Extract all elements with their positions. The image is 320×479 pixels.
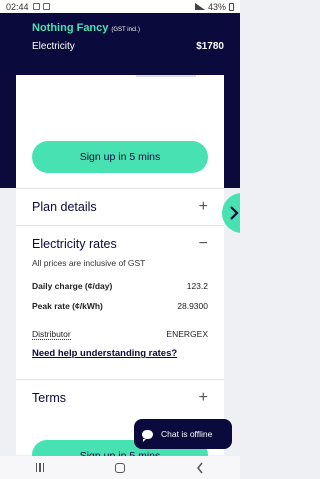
rates-body: All prices are inclusive of GST Daily ch… <box>32 258 208 367</box>
chat-widget[interactable]: Chat is offline <box>134 419 232 449</box>
expand-icon[interactable]: + <box>199 198 208 216</box>
section-title: Electricity rates <box>32 237 117 251</box>
section-title: Plan details <box>32 200 97 214</box>
signup-button[interactable]: Sign up in 5 mins <box>32 141 208 173</box>
plan-details-section: Plan details + <box>16 188 224 225</box>
back-icon[interactable] <box>196 462 204 474</box>
terms-section: Terms + <box>16 379 224 416</box>
rate-value: 123.2 <box>186 281 208 291</box>
plan-price: $1780 <box>196 41 224 52</box>
battery-percent: 43% <box>207 1 226 12</box>
chat-status: Chat is offline <box>161 429 213 439</box>
expand-icon[interactable]: + <box>199 389 208 407</box>
rate-value: 28.9300 <box>177 301 208 311</box>
plan-details-header[interactable]: Plan details + <box>32 189 208 225</box>
collapse-icon[interactable]: − <box>199 235 208 253</box>
battery-icon <box>229 2 234 11</box>
plan-summary-row: Electricity $1780 <box>32 40 224 53</box>
help-rates-link[interactable]: Need help understanding rates? <box>32 348 208 359</box>
status-bar: 02:44 43% <box>0 0 240 13</box>
rate-label: Peak rate (¢/kWh) <box>32 301 103 311</box>
status-right: 43% <box>194 1 234 12</box>
plan-note: (GST incl.) <box>111 27 140 33</box>
fuel-type: Electricity <box>32 41 75 52</box>
terms-header[interactable]: Terms + <box>32 380 208 416</box>
distributor-row: Distributor ENERGEX <box>32 324 208 344</box>
electricity-rates-header[interactable]: Electricity rates − <box>32 226 208 262</box>
next-arrow-button[interactable] <box>222 193 240 233</box>
section-title: Terms <box>32 391 67 405</box>
notification-icon <box>32 3 40 10</box>
status-time: 02:44 <box>6 1 29 12</box>
screen: 02:44 43% Nothing Fancy (GST incl.) Elect… <box>0 0 240 479</box>
chat-icon <box>142 429 153 442</box>
plan-name-text: Nothing Fancy <box>32 22 109 34</box>
android-nav-bar <box>0 456 240 479</box>
rate-label: Daily charge (¢/day) <box>32 281 113 291</box>
notification-icon <box>42 3 50 10</box>
plan-card: Sign up in 5 mins Plan details + Electri… <box>16 75 224 455</box>
signal-icon <box>194 3 205 10</box>
plan-header: Nothing Fancy (GST incl.) Electricity $17… <box>0 13 240 75</box>
plan-name: Nothing Fancy (GST incl.) <box>32 21 224 37</box>
chevron-right-icon <box>230 206 239 220</box>
recents-icon[interactable] <box>35 463 45 472</box>
distributor-label[interactable]: Distributor <box>32 329 71 340</box>
rate-row-peak: Peak rate (¢/kWh) 28.9300 <box>32 296 208 316</box>
divider <box>136 75 196 77</box>
distributor-value: ENERGEX <box>166 329 208 339</box>
card-top: Sign up in 5 mins <box>16 75 224 188</box>
electricity-rates-section: Electricity rates − All prices are inclu… <box>16 225 224 367</box>
notification-icons <box>32 3 50 10</box>
rate-row-daily: Daily charge (¢/day) 123.2 <box>32 276 208 296</box>
home-icon[interactable] <box>115 462 126 473</box>
gst-note: All prices are inclusive of GST <box>32 258 146 268</box>
